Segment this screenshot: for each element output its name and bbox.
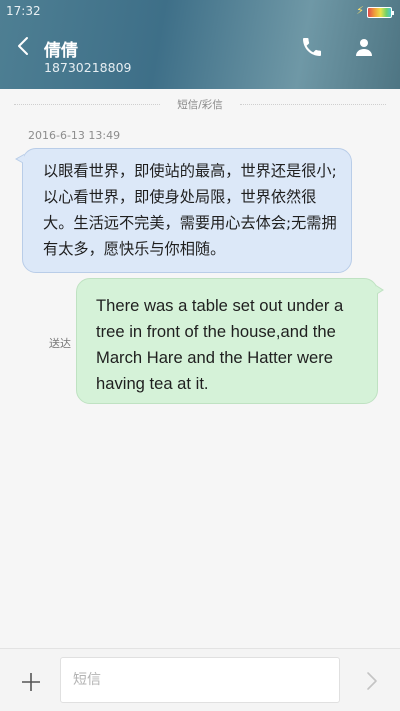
outgoing-bubble-tail-fill <box>376 286 382 294</box>
delivery-status: 送达 <box>49 337 71 350</box>
contact-name: 倩倩 <box>44 41 78 61</box>
person-icon <box>356 39 372 56</box>
send-chevron-icon <box>367 672 377 690</box>
contact-number: 18730218809 <box>44 60 132 75</box>
compose-bar <box>0 648 400 711</box>
message-type-divider: 短信/彩信 <box>14 96 386 112</box>
divider-line <box>240 104 386 105</box>
chevron-left-icon <box>18 37 28 55</box>
add-attachment-button[interactable] <box>18 669 44 695</box>
contact-details-button[interactable] <box>352 35 376 59</box>
call-button[interactable] <box>300 35 324 59</box>
send-button[interactable] <box>360 669 384 693</box>
lightning-icon: ⚡ <box>356 4 364 17</box>
app-header: 17:32 ⚡ 倩倩 18730218809 <box>0 0 400 89</box>
phone-icon <box>303 38 321 56</box>
incoming-message-bubble[interactable]: 以眼看世界，即使站的最高，世界还是很小;以心看世界，即使身处局限，世界依然很大。… <box>22 148 352 273</box>
status-bar: 17:32 ⚡ <box>0 0 400 24</box>
status-time: 17:32 <box>6 4 41 18</box>
outgoing-message-bubble[interactable]: There was a table set out under a tree i… <box>76 278 378 404</box>
message-timestamp: 2016-6-13 13:49 <box>28 129 121 142</box>
back-button[interactable] <box>12 34 36 58</box>
plus-icon <box>22 673 40 691</box>
battery-icon <box>367 7 394 18</box>
incoming-bubble-tail-fill <box>17 155 24 163</box>
message-input[interactable] <box>60 657 340 703</box>
